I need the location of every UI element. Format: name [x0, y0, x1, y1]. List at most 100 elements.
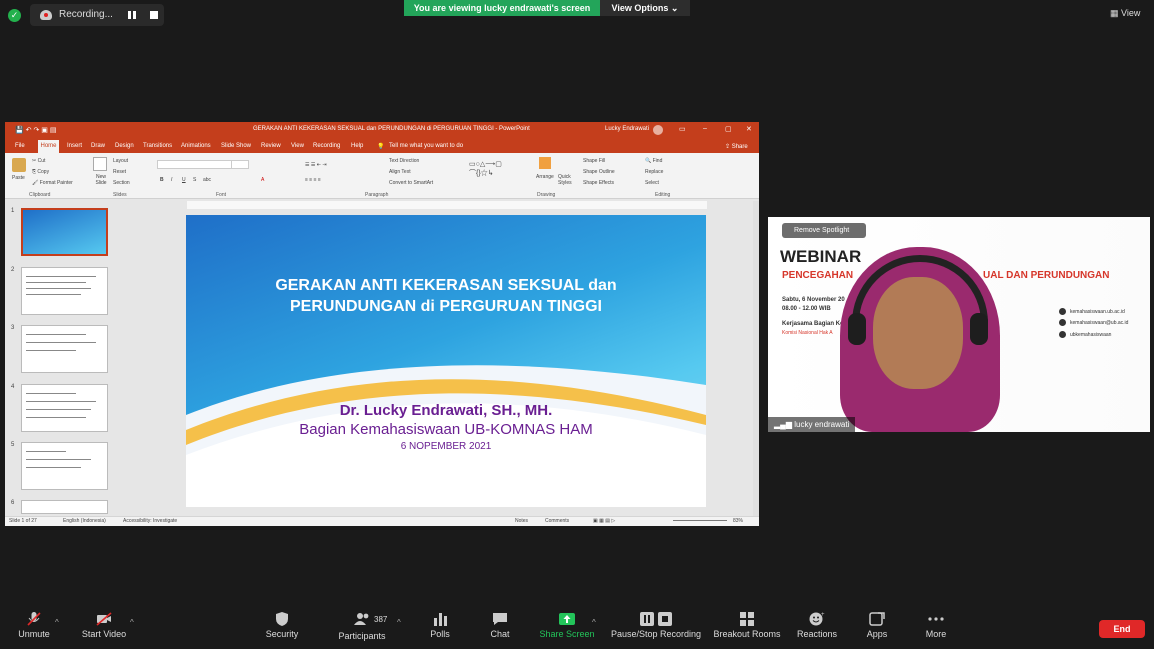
- align-text-button[interactable]: Align Text: [389, 169, 411, 175]
- audio-options-caret[interactable]: ^: [55, 618, 59, 627]
- slide-thumbnail-4[interactable]: [21, 384, 108, 432]
- shield-icon[interactable]: ✓: [8, 9, 21, 22]
- svg-text:+: +: [821, 612, 825, 618]
- slide-count: Slide 1 of 27: [9, 518, 37, 524]
- alignment-icons[interactable]: ≡ ≡ ≡ ≡: [305, 177, 321, 183]
- slide-thumbnail-1[interactable]: [21, 208, 108, 256]
- participants-options-caret[interactable]: ^: [397, 618, 401, 627]
- cut-button[interactable]: ✂ Cut: [32, 158, 45, 164]
- font-size-select[interactable]: [231, 160, 249, 169]
- share-button[interactable]: ⇪ Share: [725, 143, 748, 150]
- participants-button[interactable]: 387 Participants: [334, 606, 390, 641]
- paste-icon[interactable]: [12, 158, 26, 172]
- chat-button[interactable]: Chat: [480, 606, 520, 639]
- menu-recording[interactable]: Recording: [313, 143, 340, 149]
- close-icon[interactable]: ✕: [746, 125, 752, 133]
- menu-slide-show[interactable]: Slide Show: [221, 143, 251, 149]
- share-screen-button[interactable]: Share Screen: [537, 606, 597, 639]
- menu-file[interactable]: File: [15, 143, 25, 149]
- pause-stop-label: Pause/Stop Recording: [610, 629, 702, 639]
- unmute-button[interactable]: Unmute: [14, 606, 54, 639]
- section-button[interactable]: Section: [113, 180, 130, 186]
- menu-design[interactable]: Design: [115, 143, 134, 149]
- menu-home[interactable]: Home: [38, 140, 59, 153]
- format-painter-button[interactable]: 🖌 Format Painter: [32, 180, 73, 186]
- security-button[interactable]: Security: [262, 606, 302, 639]
- notes-button[interactable]: Notes: [515, 518, 528, 524]
- menu-draw[interactable]: Draw: [91, 143, 105, 149]
- slide-thumbnail-6[interactable]: [21, 500, 108, 514]
- shape-fill-button[interactable]: Shape Fill: [583, 158, 605, 164]
- convert-smartart-button[interactable]: Convert to SmartArt: [389, 180, 433, 186]
- minimize-icon[interactable]: –: [703, 125, 707, 132]
- slide-scrollbar[interactable]: [753, 201, 759, 516]
- view-button[interactable]: ▦ View: [1110, 8, 1140, 19]
- strikethrough-button[interactable]: abc: [203, 177, 211, 183]
- comments-button[interactable]: Comments: [545, 518, 569, 524]
- replace-button[interactable]: Replace: [645, 169, 663, 175]
- bullets-icon[interactable]: ☰ ☰ ⇤ ⇥: [305, 162, 327, 168]
- video-options-caret[interactable]: ^: [130, 618, 134, 627]
- breakout-rooms-icon: [740, 612, 754, 626]
- italic-button[interactable]: I: [171, 177, 172, 183]
- layout-button[interactable]: Layout: [113, 158, 128, 164]
- end-meeting-button[interactable]: End: [1099, 620, 1145, 638]
- view-mode-icons[interactable]: ▣ ▦ ▤ ▷: [593, 518, 615, 524]
- share-options-caret[interactable]: ^: [592, 618, 596, 627]
- shapes-gallery[interactable]: ▭○△⟶▢ ⌒{}☆↳: [469, 160, 502, 178]
- slide-number: 4: [11, 384, 15, 390]
- apps-icon: [869, 612, 885, 626]
- find-button[interactable]: 🔍 Find: [645, 158, 662, 164]
- ribbon-display-icon[interactable]: ▭: [679, 125, 686, 133]
- slide-thumbnail-5[interactable]: [21, 442, 108, 490]
- group-slides: Slides: [113, 192, 127, 198]
- current-slide[interactable]: GERAKAN ANTI KEKERASAN SEKSUAL dan PERUND…: [186, 215, 706, 507]
- language-status[interactable]: English (Indonesia): [63, 518, 106, 524]
- user-avatar[interactable]: [653, 125, 663, 135]
- shape-effects-button[interactable]: Shape Effects: [583, 180, 614, 186]
- zoom-level[interactable]: 83%: [733, 518, 743, 524]
- quick-styles-label[interactable]: Quick Styles: [558, 174, 578, 186]
- polls-button[interactable]: Polls: [420, 606, 460, 639]
- slide-department: Bagian Kemahasiswaan UB-KOMNAS HAM: [299, 421, 593, 438]
- pause-recording-icon[interactable]: [128, 11, 136, 19]
- apps-button[interactable]: Apps: [858, 606, 896, 639]
- menu-animations[interactable]: Animations: [181, 143, 211, 149]
- pause-stop-recording-button[interactable]: Pause/Stop Recording: [608, 606, 704, 639]
- menu-review[interactable]: Review: [261, 143, 281, 149]
- stop-recording-icon[interactable]: [150, 11, 158, 19]
- menu-transitions[interactable]: Transitions: [143, 143, 172, 149]
- view-options-button[interactable]: View Options ⌄: [600, 0, 690, 16]
- select-button[interactable]: Select: [645, 180, 659, 186]
- font-color-button[interactable]: A: [261, 177, 264, 183]
- slide-thumbnail-3[interactable]: [21, 325, 108, 373]
- arrange-label[interactable]: Arrange: [536, 174, 554, 180]
- reset-button[interactable]: Reset: [113, 169, 126, 175]
- maximize-icon[interactable]: ▢: [725, 125, 732, 133]
- reactions-button[interactable]: + Reactions: [794, 606, 840, 639]
- accessibility-status[interactable]: Accessibility: Investigate: [123, 518, 177, 524]
- remove-spotlight-button[interactable]: Remove Spotlight: [782, 223, 866, 238]
- contact-email: kemahasiswaan@ub.ac.id: [1070, 320, 1129, 326]
- new-slide-label[interactable]: New Slide: [91, 174, 111, 186]
- copy-button[interactable]: ⎘ Copy: [32, 169, 49, 175]
- menu-insert[interactable]: Insert: [67, 143, 82, 149]
- breakout-rooms-button[interactable]: Breakout Rooms: [712, 606, 782, 639]
- paste-label[interactable]: Paste: [12, 175, 25, 181]
- quick-access-icons[interactable]: 💾 ↶ ↷ ▣ ▤: [15, 126, 56, 134]
- menu-help[interactable]: Help: [351, 143, 363, 149]
- underline-button[interactable]: U: [182, 177, 186, 183]
- tell-me-search[interactable]: Tell me what you want to do: [389, 143, 463, 149]
- shadow-button[interactable]: S: [193, 177, 196, 183]
- zoom-slider[interactable]: [673, 520, 727, 521]
- menu-view[interactable]: View: [291, 143, 304, 149]
- more-button[interactable]: More: [916, 606, 956, 639]
- bold-button[interactable]: B: [160, 177, 164, 183]
- arrange-icon[interactable]: [539, 157, 551, 169]
- start-video-button[interactable]: Start Video: [78, 606, 130, 639]
- slide-thumbnail-2[interactable]: [21, 267, 108, 315]
- shape-outline-button[interactable]: Shape Outline: [583, 169, 615, 175]
- text-direction-button[interactable]: Text Direction: [389, 158, 419, 164]
- new-slide-icon[interactable]: [93, 157, 107, 171]
- speaker-video-tile[interactable]: WEBINAR PENCEGAHAN UAL DAN PERUNDUNGAN S…: [768, 217, 1150, 432]
